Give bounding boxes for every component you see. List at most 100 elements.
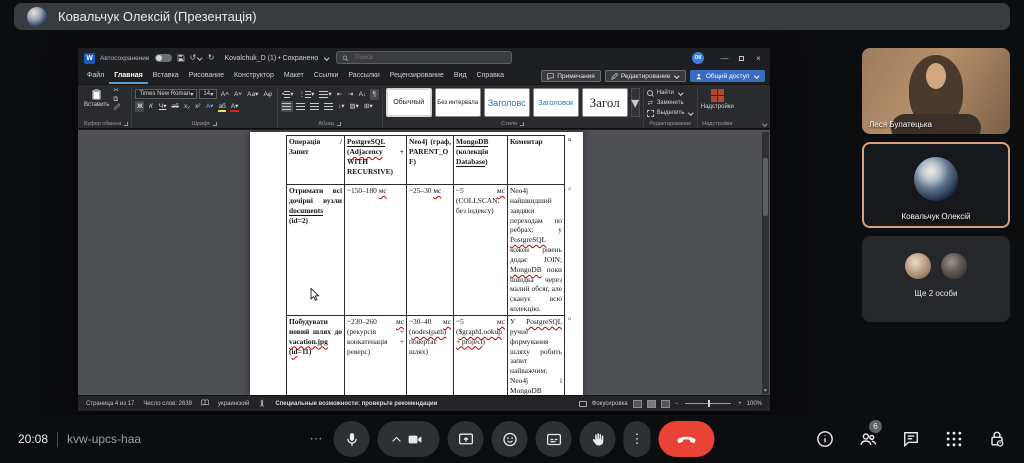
format-painter-icon[interactable]: 🖉	[113, 105, 120, 112]
ribbon-find-button[interactable]: Найти	[647, 88, 694, 98]
menu-tab-Файл[interactable]: Файл	[82, 68, 109, 84]
dialog-launcher-icon[interactable]	[213, 122, 217, 126]
font-name-select[interactable]: Times New Roman▾	[135, 89, 197, 99]
justify-icon[interactable]	[323, 101, 335, 112]
participant-tile-kovalchuk[interactable]: Ковальчук Олексій	[862, 142, 1010, 228]
ribbon-select-button[interactable]: Выделить	[647, 108, 694, 118]
focus-label[interactable]: Фокусировка	[592, 401, 628, 407]
shading-icon[interactable]: ▨▾	[348, 101, 360, 112]
styles-scroll-button[interactable]: ▾	[631, 88, 640, 117]
line-spacing-icon[interactable]: ↕▾	[337, 101, 347, 112]
highlight-button[interactable]: аб	[217, 101, 227, 112]
change-case-button[interactable]: Аа▾	[246, 89, 260, 100]
clear-formatting-button[interactable]: Аφ	[262, 89, 274, 100]
scrollbar-thumb[interactable]	[763, 158, 768, 216]
comments-button[interactable]: Примечания	[541, 70, 601, 82]
captions-button[interactable]	[536, 421, 572, 457]
paste-button[interactable]: Вставить	[84, 88, 109, 112]
style-card[interactable]: Заголовс	[484, 88, 530, 117]
raise-hand-button[interactable]	[580, 421, 616, 457]
read-mode-icon[interactable]	[633, 400, 642, 408]
mic-button[interactable]	[334, 421, 370, 457]
multilevel-list-icon[interactable]: ▾	[318, 89, 333, 100]
style-card[interactable]: Загол	[582, 88, 628, 117]
print-layout-icon[interactable]	[647, 400, 656, 408]
borders-icon[interactable]: ⊞▾	[362, 101, 374, 112]
bullets-icon[interactable]: •▾	[281, 89, 296, 100]
bold-button[interactable]: Ж	[135, 101, 144, 112]
style-card[interactable]: Обычный	[386, 88, 432, 117]
align-right-icon[interactable]	[309, 101, 321, 112]
accessibility-status[interactable]: Специальные возможности: проверьте реком…	[275, 401, 437, 407]
word-search-box[interactable]	[336, 51, 512, 64]
cut-icon[interactable]: ✂	[113, 88, 120, 95]
menu-tab-Вид[interactable]: Вид	[449, 68, 472, 84]
text-effects-button[interactable]: А▾	[204, 101, 215, 112]
focus-icon[interactable]	[579, 401, 587, 407]
sort-icon[interactable]: А↓	[357, 89, 368, 100]
menu-tab-Рассылки[interactable]: Рассылки	[343, 68, 384, 84]
more-options-button[interactable]: ⋮	[624, 421, 651, 457]
zoom-in-icon[interactable]: +	[738, 401, 742, 407]
camera-options-chevron-icon[interactable]	[392, 436, 400, 444]
zoom-level[interactable]: 100%	[747, 401, 762, 407]
participant-tile-others[interactable]: Ще 2 особи	[862, 236, 1010, 322]
activities-button[interactable]	[943, 428, 965, 450]
proofing-book-icon[interactable]	[201, 399, 209, 408]
zoom-out-icon[interactable]: −	[675, 401, 679, 407]
dialog-launcher-icon[interactable]	[124, 122, 128, 126]
menu-tab-Ссылки[interactable]: Ссылки	[309, 68, 344, 84]
menu-tab-Главная[interactable]: Главная	[109, 68, 147, 84]
dialog-launcher-icon[interactable]	[520, 122, 524, 126]
align-center-icon[interactable]	[295, 101, 307, 112]
decrease-indent-icon[interactable]: ⇤	[335, 89, 344, 100]
grow-font-button[interactable]: А˄	[219, 89, 230, 100]
participant-tile-lesya[interactable]: Леся Булатецька	[862, 48, 1010, 134]
minimize-button[interactable]: —	[716, 50, 733, 67]
web-layout-icon[interactable]	[661, 400, 670, 408]
menu-tab-Конструктор[interactable]: Конструктор	[229, 68, 279, 84]
save-icon[interactable]	[177, 54, 185, 62]
increase-indent-icon[interactable]: ⇥	[346, 89, 355, 100]
ribbon-collapse-icon[interactable]	[762, 121, 767, 126]
zoom-slider-thumb[interactable]	[708, 400, 710, 407]
zoom-slider[interactable]	[685, 403, 731, 404]
menu-tab-Макет[interactable]: Макет	[279, 68, 309, 84]
autosave-toggle[interactable]	[155, 54, 172, 62]
underline-button[interactable]: Ч▾	[157, 101, 168, 112]
close-button[interactable]: ×	[750, 50, 767, 67]
menu-tab-Рецензирование[interactable]: Рецензирование	[385, 68, 449, 84]
addins-button[interactable]: Надстройки	[701, 88, 734, 110]
scroll-down-icon[interactable]: ▼	[762, 388, 769, 394]
subscript-button[interactable]: x₂	[182, 101, 191, 112]
menu-tab-Справка[interactable]: Справка	[472, 68, 509, 84]
editing-mode-button[interactable]: Редактирование	[605, 70, 686, 82]
reactions-button[interactable]	[492, 421, 528, 457]
ribbon-replace-button[interactable]: Заменить	[647, 98, 694, 108]
camera-button[interactable]	[378, 421, 440, 457]
pilcrow-icon[interactable]: ¶	[370, 89, 379, 100]
style-card[interactable]: Заголовок	[533, 88, 579, 117]
redo-icon[interactable]: ↻	[208, 54, 215, 62]
style-card[interactable]: Без интервала	[435, 88, 481, 117]
superscript-button[interactable]: x²	[193, 101, 202, 112]
dialog-launcher-icon[interactable]	[337, 122, 341, 126]
shrink-font-button[interactable]: А˅	[233, 89, 244, 100]
meeting-details-button[interactable]	[814, 428, 836, 450]
search-input[interactable]	[353, 53, 506, 62]
undo-icon[interactable]: ↺	[190, 54, 203, 62]
overflow-dots-icon[interactable]: ⋯	[310, 431, 324, 447]
page-indicator[interactable]: Страница 4 из 17	[86, 401, 134, 407]
copy-icon[interactable]: ⧉	[113, 97, 120, 104]
share-button[interactable]: Общий доступ	[690, 70, 765, 82]
menu-tab-Рисование[interactable]: Рисование	[184, 68, 229, 84]
doc-title-chevron-icon[interactable]	[325, 55, 330, 60]
font-size-select[interactable]: 14▾	[199, 89, 217, 99]
account-avatar[interactable]: ОК	[692, 52, 704, 64]
font-color-button[interactable]: А▾	[229, 101, 240, 112]
chat-button[interactable]	[900, 428, 922, 450]
vertical-scrollbar[interactable]: ▼	[762, 132, 769, 394]
document-page[interactable]: Операція / ЗапитPostgreSQL (Adjacency + …	[250, 132, 583, 395]
end-call-button[interactable]	[659, 421, 715, 457]
language-indicator[interactable]: украинский	[218, 401, 249, 407]
